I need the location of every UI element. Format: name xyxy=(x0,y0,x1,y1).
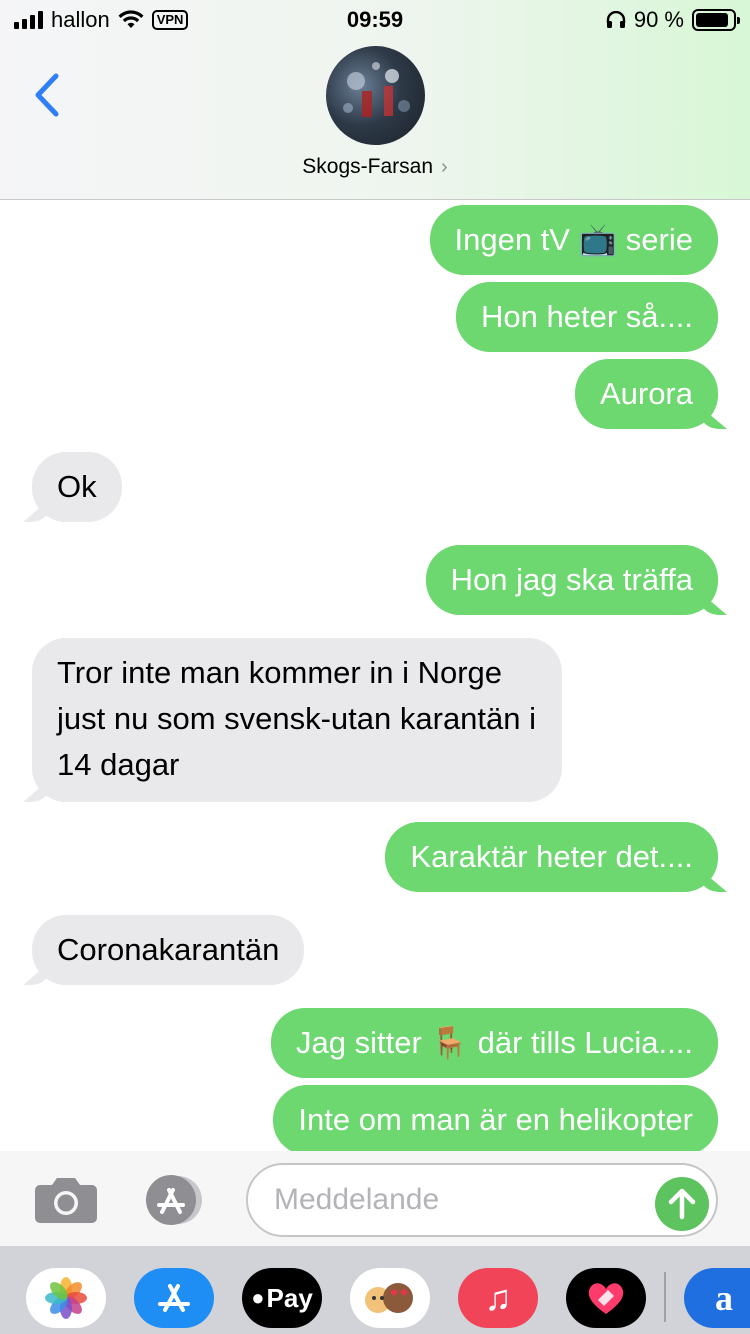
amazon-app-button[interactable]: a xyxy=(684,1268,750,1328)
message-bubble-incoming[interactable]: Ok xyxy=(32,452,122,522)
apple-pay-label: Pay xyxy=(266,1282,313,1313)
music-app-button[interactable]: ♫ xyxy=(458,1268,538,1328)
photos-app-icon xyxy=(45,1277,87,1319)
wifi-icon xyxy=(118,10,144,28)
music-app-icon: ♫ xyxy=(484,1277,512,1318)
message-bubble-outgoing[interactable]: Aurora xyxy=(574,359,718,429)
contact-avatar[interactable] xyxy=(326,46,425,145)
camera-button[interactable] xyxy=(34,1177,98,1223)
status-left: hallon VPN xyxy=(14,7,189,33)
status-right: 90 % xyxy=(606,7,740,33)
digital-touch-app-icon xyxy=(588,1283,624,1314)
status-bar: hallon VPN 09:59 90 % xyxy=(0,0,750,40)
app-store-button[interactable] xyxy=(140,1175,210,1225)
message-bubble-outgoing[interactable]: Karaktär heter det.... xyxy=(385,822,718,892)
app-drawer-divider xyxy=(664,1272,666,1322)
apple-icon: ● xyxy=(251,1285,265,1310)
message-bubble-outgoing[interactable]: Hon heter så.... xyxy=(456,282,718,352)
battery-level xyxy=(696,13,729,27)
message-bubble-incoming[interactable]: Coronakarantän xyxy=(32,915,305,985)
app-store-app-icon xyxy=(158,1284,190,1312)
message-input[interactable]: Meddelande xyxy=(246,1163,718,1237)
battery-percent: 90 % xyxy=(633,7,684,32)
camera-icon xyxy=(35,1178,97,1223)
composer-bar: Meddelande xyxy=(0,1151,750,1246)
memoji-app-icon xyxy=(365,1283,413,1313)
chevron-right-icon: › xyxy=(441,155,448,178)
digital-touch-app-button[interactable] xyxy=(566,1268,646,1328)
vpn-badge: VPN xyxy=(151,10,189,30)
amazon-app-icon: a xyxy=(715,1278,733,1318)
back-button[interactable] xyxy=(30,70,64,120)
battery-icon xyxy=(692,9,740,31)
app-store-app-button[interactable] xyxy=(134,1268,214,1328)
send-button[interactable] xyxy=(655,1177,709,1231)
apple-pay-app-button[interactable]: ● Pay xyxy=(242,1268,322,1328)
signal-icon xyxy=(14,11,43,29)
contact-name-button[interactable]: Skogs-Farsan › xyxy=(0,155,750,179)
contact-name: Skogs-Farsan xyxy=(302,155,434,178)
message-bubble-outgoing[interactable]: Jag sitter 🪑 där tills Lucia.... xyxy=(271,1008,718,1078)
headphones-icon xyxy=(606,11,626,28)
message-bubble-outgoing[interactable]: Hon jag ska träffa xyxy=(425,545,718,615)
message-bubble-outgoing[interactable]: Inte om man är en helikopter xyxy=(273,1085,718,1151)
message-bubble-incoming[interactable]: Tror inte man kommer in i Norge just nu … xyxy=(32,638,562,802)
photos-app-button[interactable] xyxy=(26,1268,106,1328)
carrier-label: hallon xyxy=(51,7,110,32)
arrow-up-icon xyxy=(668,1188,696,1220)
app-store-icon xyxy=(146,1175,202,1225)
memoji-app-button[interactable] xyxy=(350,1268,430,1328)
message-bubble-outgoing[interactable]: Ingen tV 📺 serie xyxy=(429,205,718,275)
avatar-image xyxy=(343,62,410,117)
chevron-left-icon xyxy=(35,73,59,117)
message-thread[interactable]: Ingen tV 📺 serie Hon heter så.... Aurora… xyxy=(0,201,750,1151)
